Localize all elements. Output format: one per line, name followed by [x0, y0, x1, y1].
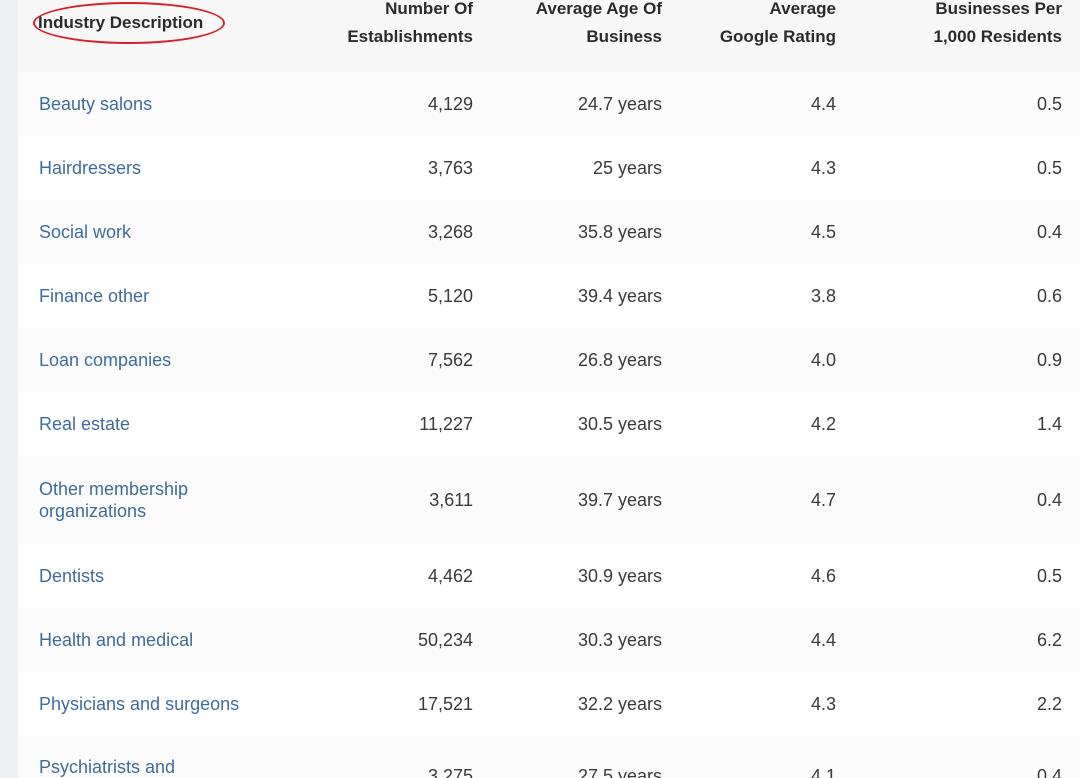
header-average-age-line2: Business — [586, 27, 662, 46]
average-age-cell: 30.3 years — [577, 629, 662, 650]
industry-link[interactable]: Health and medical — [18, 629, 310, 651]
header-businesses-per-1000-line1: Businesses Per — [935, 0, 1062, 18]
industry-link[interactable]: Other membership organizations — [18, 478, 310, 522]
industry-link[interactable]: Real estate — [18, 413, 310, 435]
table-row: Hairdressers 3,763 25 years 4.3 0.5 — [18, 136, 1080, 200]
header-businesses-per-1000[interactable]: Businesses Per 1,000 Residents — [836, 0, 1062, 72]
rating-cell: 4.4 — [810, 93, 836, 114]
average-age-cell: 32.2 years — [577, 693, 662, 714]
red-annotation-circle — [33, 2, 225, 44]
industry-link[interactable]: Dentists — [18, 565, 310, 587]
rating-cell: 4.2 — [810, 413, 836, 434]
average-age-cell: 35.8 years — [577, 221, 662, 242]
industry-link-line1: Other membership — [39, 479, 189, 499]
per-1000-cell: 1.4 — [1036, 413, 1062, 434]
table-row: Dentists 4,462 30.9 years 4.6 0.5 — [18, 544, 1080, 608]
rating-cell: 4.0 — [810, 349, 836, 370]
rating-cell: 4.1 — [810, 766, 836, 778]
per-1000-cell: 0.4 — [1036, 221, 1062, 242]
industry-link[interactable]: Loan companies — [18, 349, 310, 371]
establishments-cell: 5,120 — [427, 285, 473, 306]
establishments-cell: 4,462 — [427, 565, 473, 586]
per-1000-cell: 6.2 — [1036, 629, 1062, 650]
rating-cell: 4.3 — [810, 157, 836, 178]
rating-cell: 4.4 — [810, 629, 836, 650]
industry-link[interactable]: Beauty salons — [18, 93, 310, 115]
table-row: Finance other 5,120 39.4 years 3.8 0.6 — [18, 264, 1080, 328]
establishments-cell: 50,234 — [417, 629, 473, 650]
rating-cell: 4.7 — [810, 489, 836, 510]
industry-link-line2: organizations — [39, 501, 147, 521]
industry-link[interactable]: Hairdressers — [18, 157, 310, 179]
average-age-cell: 39.7 years — [577, 489, 662, 510]
establishments-cell: 11,227 — [419, 413, 473, 434]
industry-link[interactable]: Psychiatrists and — [18, 736, 310, 778]
table-row: Physicians and surgeons 17,521 32.2 year… — [18, 672, 1080, 736]
rating-cell: 3.8 — [810, 285, 836, 306]
table-row: Health and medical 50,234 30.3 years 4.4… — [18, 608, 1080, 672]
table-header: Industry Description Number Of Establish… — [18, 0, 1080, 72]
establishments-cell: 17,521 — [417, 693, 473, 714]
left-margin — [0, 0, 18, 778]
page: Industry Description Number Of Establish… — [0, 0, 1080, 778]
average-age-cell: 30.5 years — [577, 413, 662, 434]
per-1000-cell: 0.5 — [1036, 157, 1062, 178]
table-row: Other membership organizations 3,611 39.… — [18, 456, 1080, 544]
per-1000-cell: 0.4 — [1036, 766, 1062, 778]
header-industry-description[interactable]: Industry Description — [18, 0, 310, 72]
header-businesses-per-1000-line2: 1,000 Residents — [933, 27, 1062, 46]
industry-link[interactable]: Finance other — [18, 285, 310, 307]
average-age-cell: 27.5 years — [577, 766, 662, 778]
table-row: Real estate 11,227 30.5 years 4.2 1.4 — [18, 392, 1080, 456]
industry-table: Industry Description Number Of Establish… — [18, 0, 1080, 778]
rating-cell: 4.3 — [810, 693, 836, 714]
establishments-cell: 4,129 — [427, 93, 473, 114]
header-google-rating-line1: Average — [769, 0, 836, 18]
header-average-age[interactable]: Average Age Of Business — [473, 0, 662, 72]
per-1000-cell: 0.5 — [1036, 565, 1062, 586]
header-establishments-line1: Number Of — [385, 0, 473, 18]
per-1000-cell: 0.9 — [1036, 349, 1062, 370]
average-age-cell: 26.8 years — [577, 349, 662, 370]
table-row: Social work 3,268 35.8 years 4.5 0.4 — [18, 200, 1080, 264]
industry-link[interactable]: Social work — [18, 221, 310, 243]
header-average-age-line1: Average Age Of — [535, 0, 662, 18]
per-1000-cell: 2.2 — [1036, 693, 1062, 714]
table-row: Beauty salons 4,129 24.7 years 4.4 0.5 — [18, 72, 1080, 136]
establishments-cell: 3,763 — [427, 157, 473, 178]
table-row: Loan companies 7,562 26.8 years 4.0 0.9 — [18, 328, 1080, 392]
average-age-cell: 24.7 years — [577, 93, 662, 114]
establishments-cell: 7,562 — [427, 349, 473, 370]
rating-cell: 4.6 — [810, 565, 836, 586]
header-google-rating-line2: Google Rating — [719, 27, 836, 46]
per-1000-cell: 0.5 — [1036, 93, 1062, 114]
establishments-cell: 3,611 — [429, 489, 473, 510]
average-age-cell: 25 years — [592, 157, 662, 178]
rating-cell: 4.5 — [810, 221, 836, 242]
establishments-cell: 3,268 — [427, 221, 473, 242]
per-1000-cell: 0.6 — [1036, 285, 1062, 306]
header-google-rating[interactable]: Average Google Rating — [662, 0, 836, 72]
table-body: Beauty salons 4,129 24.7 years 4.4 0.5 H… — [18, 72, 1080, 778]
average-age-cell: 39.4 years — [577, 285, 662, 306]
table-row: Psychiatrists and 3,275 27.5 years 4.1 0… — [18, 736, 1080, 778]
per-1000-cell: 0.4 — [1036, 489, 1062, 510]
average-age-cell: 30.9 years — [577, 565, 662, 586]
header-establishments-line2: Establishments — [347, 27, 473, 46]
industry-link[interactable]: Physicians and surgeons — [18, 693, 310, 715]
header-establishments[interactable]: Number Of Establishments — [310, 0, 473, 72]
establishments-cell: 3,275 — [427, 766, 473, 778]
